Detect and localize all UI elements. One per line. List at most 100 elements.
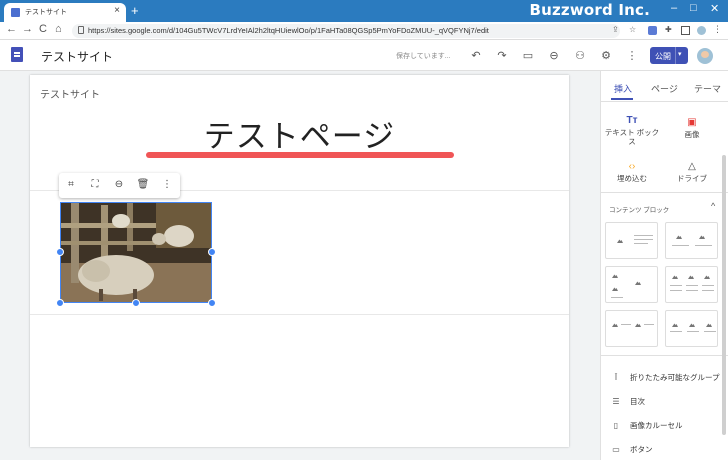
browser-tab[interactable]: テストサイト ×: [4, 3, 126, 22]
insert-embed-button[interactable]: ‹› 埋め込む: [603, 160, 661, 183]
tab-insert[interactable]: 挿入: [614, 82, 632, 95]
button-label: ボタン: [630, 445, 653, 454]
content-blocks-header[interactable]: コンテンツ ブロック: [609, 204, 669, 214]
layout-text-line: [686, 290, 698, 291]
collapse-chevron-icon[interactable]: ^: [711, 201, 715, 211]
layout-text-line: [634, 243, 648, 244]
layout-image-icon: [672, 323, 678, 327]
minimize-icon[interactable]: –: [671, 2, 677, 14]
copy-link-icon[interactable]: ⊖: [547, 49, 561, 62]
page-header-site-name[interactable]: テストサイト: [40, 86, 100, 101]
fullscreen-icon[interactable]: ⛶: [88, 179, 102, 190]
extension-icon[interactable]: [648, 26, 657, 35]
sites-logo-icon[interactable]: [11, 47, 23, 62]
embed-label: 埋め込む: [617, 174, 647, 183]
layout-text-line: [621, 324, 631, 325]
layout-text-line: [611, 297, 623, 298]
content-block-layout[interactable]: [665, 310, 718, 347]
content-block-layout[interactable]: [665, 266, 718, 303]
content-block-layout[interactable]: [605, 222, 658, 259]
undo-icon[interactable]: ↶: [469, 49, 483, 62]
layout-text-line: [644, 324, 654, 325]
extensions-puzzle-icon[interactable]: ✚: [665, 25, 674, 34]
layout-image-icon: [689, 323, 695, 327]
insert-button[interactable]: ▭ ボタン: [611, 444, 653, 455]
side-panel-icon[interactable]: [681, 26, 690, 35]
more-icon[interactable]: ⋮: [160, 179, 174, 190]
browser-tab-strip: テストサイト × + Buzzword Inc. – □ ✕: [0, 0, 728, 22]
bookmark-star-icon[interactable]: ☆: [629, 25, 638, 34]
close-window-icon[interactable]: ✕: [710, 2, 719, 15]
layout-text-line: [672, 245, 689, 246]
layout-text-line: [670, 331, 682, 332]
delete-icon[interactable]: 🗑: [136, 179, 150, 190]
maximize-icon[interactable]: □: [690, 2, 697, 14]
side-panel-scrollbar[interactable]: [722, 155, 726, 435]
layout-image-icon: [676, 235, 682, 239]
lock-icon: [78, 26, 84, 34]
layout-image-icon: [612, 323, 618, 327]
publish-button[interactable]: 公開 ▾: [650, 47, 688, 64]
browser-menu-icon[interactable]: ⋮: [713, 24, 722, 34]
new-tab-button[interactable]: +: [131, 3, 139, 18]
layout-text-line: [670, 285, 682, 286]
redo-icon[interactable]: ↷: [495, 49, 509, 62]
insert-table-of-contents[interactable]: ☰ 目次: [611, 396, 645, 407]
resize-handle[interactable]: [132, 299, 140, 307]
section-divider: [30, 314, 569, 315]
resize-handle[interactable]: [208, 248, 216, 256]
close-tab-icon[interactable]: ×: [114, 5, 120, 16]
crop-icon[interactable]: ⌗: [64, 179, 78, 190]
layout-text-line: [702, 285, 714, 286]
layout-text-line: [686, 285, 698, 286]
home-icon[interactable]: ⌂: [55, 23, 62, 35]
sheep-photo[interactable]: [60, 202, 212, 303]
settings-gear-icon[interactable]: ⚙: [599, 49, 613, 62]
profile-icon[interactable]: [697, 26, 706, 35]
share-icon[interactable]: ⚇: [573, 49, 587, 62]
layout-text-line: [687, 331, 699, 332]
more-options-icon[interactable]: ⋮: [625, 49, 639, 62]
layout-text-line: [704, 331, 716, 332]
resize-handle[interactable]: [208, 299, 216, 307]
layout-image-icon: [635, 281, 641, 285]
reload-icon[interactable]: C: [39, 23, 47, 35]
layout-image-icon: [699, 235, 705, 239]
active-tab-indicator: [611, 98, 633, 100]
page-title[interactable]: テストページ: [30, 111, 569, 156]
image-carousel-label: 画像カルーセル: [630, 421, 683, 430]
user-avatar[interactable]: [697, 48, 713, 64]
insert-image-button[interactable]: ▣ 画像: [663, 116, 721, 139]
content-block-layout[interactable]: [665, 222, 718, 259]
content-block-layout[interactable]: [605, 266, 658, 303]
tab-pages[interactable]: ページ: [651, 82, 678, 95]
preview-icon[interactable]: ▭: [521, 49, 535, 62]
button-icon: ▭: [612, 445, 620, 454]
collapsible-group-label: 折りたたみ可能なグループ: [630, 373, 720, 382]
layout-image-icon: [688, 275, 694, 279]
image-carousel-icon: ▯: [613, 421, 619, 430]
back-icon[interactable]: ←: [6, 23, 17, 35]
insert-text-box-button[interactable]: Tт テキスト ボックス: [603, 114, 661, 146]
section-divider: [601, 355, 728, 356]
insert-collapsible-group[interactable]: Ī 折りたたみ可能なグループ: [611, 372, 720, 383]
layout-image-icon: [706, 323, 712, 327]
table-of-contents-icon: ☰: [612, 397, 620, 406]
sites-favicon-icon: [11, 8, 20, 17]
insert-drive-button[interactable]: △ ドライブ: [663, 160, 721, 183]
embed-icon: ‹›: [628, 161, 636, 172]
share-page-icon[interactable]: ⇪: [612, 25, 621, 34]
collapsible-group-icon: Ī: [614, 373, 618, 382]
address-bar[interactable]: https://sites.google.com/d/104Gu5TWcV7Lr…: [72, 24, 620, 38]
forward-icon[interactable]: →: [22, 23, 33, 35]
content-block-layout[interactable]: [605, 310, 658, 347]
tab-themes[interactable]: テーマ: [694, 82, 721, 95]
section-divider: [601, 192, 728, 193]
link-icon[interactable]: ⊖: [112, 179, 126, 190]
resize-handle[interactable]: [56, 248, 64, 256]
resize-handle[interactable]: [56, 299, 64, 307]
publish-dropdown-icon[interactable]: ▾: [678, 50, 682, 58]
insert-image-carousel[interactable]: ▯ 画像カルーセル: [611, 420, 683, 431]
sites-toolbar: テストサイト 保存しています... ↶ ↷ ▭ ⊖ ⚇ ⚙ ⋮ 公開 ▾: [0, 40, 728, 71]
site-name[interactable]: テストサイト: [41, 48, 113, 65]
